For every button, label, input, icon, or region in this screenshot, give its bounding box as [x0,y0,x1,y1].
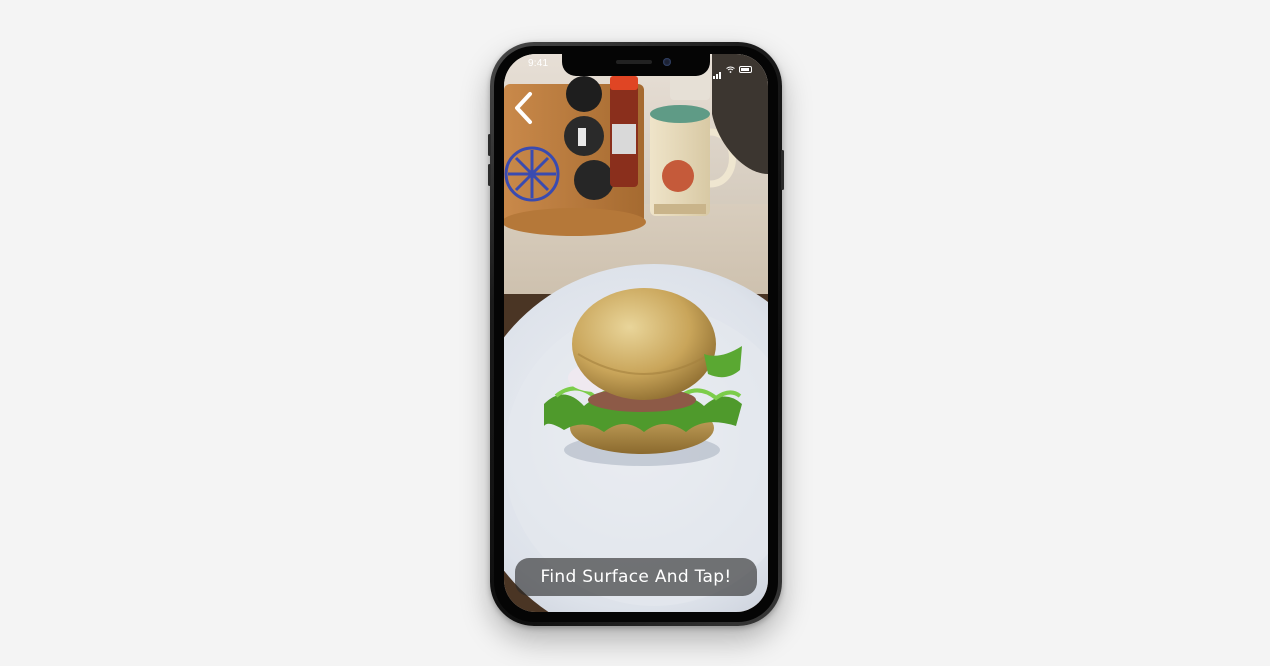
volume-up-button [488,134,491,156]
chevron-left-icon [515,92,532,124]
wifi-icon [726,66,735,73]
phone-notch [562,54,710,76]
front-camera [663,58,671,66]
back-button[interactable] [510,88,538,128]
power-button [781,150,784,190]
volume-down-button [488,164,491,186]
phone-screen[interactable]: 9:41 Find Surface And Tap! [504,54,768,612]
showcase-stage: 9:41 Find Surface And Tap! [0,0,1270,666]
signal-icon [713,60,722,79]
hint-banner: Find Surface And Tap! [515,558,757,596]
earpiece-speaker [616,60,652,64]
status-icons [713,60,752,79]
ar-camera-view[interactable] [504,54,768,612]
status-time: 9:41 [528,58,549,69]
hint-text: Find Surface And Tap! [540,567,732,587]
battery-icon [739,66,752,73]
phone-frame: 9:41 Find Surface And Tap! [488,42,784,626]
